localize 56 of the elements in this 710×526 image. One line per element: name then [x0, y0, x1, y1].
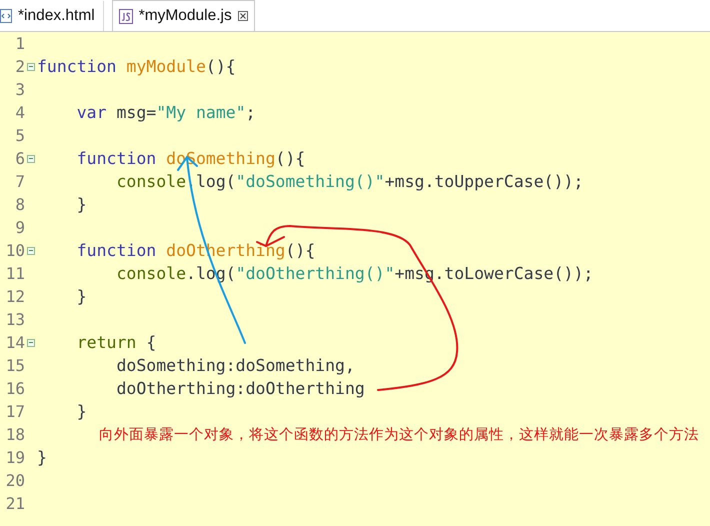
line-number: 16: [4, 379, 25, 398]
code-token: }: [37, 448, 47, 467]
editor-tab[interactable]: *index.html: [0, 1, 104, 31]
line-number: 17: [4, 402, 25, 421]
code-token: "doSomething()": [236, 172, 385, 191]
code-token: (){: [285, 241, 316, 260]
close-icon[interactable]: [238, 11, 248, 21]
fold-icon[interactable]: [27, 154, 35, 162]
line-number: 10: [4, 241, 25, 260]
editor-tab[interactable]: *myModule.js: [112, 0, 255, 31]
code-token: var: [76, 103, 108, 122]
code-token: +msg.toUpperCase());: [384, 172, 584, 191]
code-token: console: [115, 264, 186, 283]
code-token: doSomething:doSomething,: [115, 356, 355, 375]
code-token: "doOtherthing()": [236, 264, 395, 283]
line-number: 1: [14, 34, 25, 53]
fold-icon[interactable]: [27, 246, 35, 254]
code-token: msg=: [116, 103, 156, 122]
fold-icon[interactable]: [27, 62, 35, 70]
code-token: ;: [246, 103, 256, 122]
code-token: (){: [275, 149, 306, 168]
code-token: doOtherthing:doOtherthing: [115, 379, 365, 398]
line-number: 12: [4, 287, 25, 306]
line-number: 20: [4, 471, 25, 490]
line-number: 7: [14, 172, 25, 191]
line-number: 15: [4, 356, 25, 375]
code-token: "My name": [156, 103, 246, 122]
code-token: function: [37, 57, 118, 76]
line-number: 21: [4, 494, 25, 513]
code-token: {: [146, 333, 156, 352]
code-token: (){: [206, 57, 236, 76]
code-token: return: [76, 333, 138, 352]
code-token: console: [115, 172, 186, 191]
code-token: }: [76, 402, 87, 421]
line-number: 18: [4, 425, 25, 444]
line-number: 9: [14, 218, 25, 237]
line-number: 5: [14, 126, 25, 145]
line-number: 4: [14, 103, 25, 122]
line-number: 14: [4, 333, 25, 352]
line-number: 2: [14, 57, 25, 76]
code-token: }: [76, 287, 87, 306]
code-token: .log(: [186, 172, 236, 191]
js-file-icon: [118, 8, 133, 24]
line-number: 11: [4, 264, 25, 283]
fold-icon[interactable]: [27, 338, 35, 346]
line-number: 13: [4, 310, 25, 329]
line-number: 6: [14, 149, 25, 168]
code-token: function: [76, 241, 158, 260]
code-token: myModule: [126, 57, 206, 76]
line-number: 3: [14, 80, 25, 99]
line-number: 19: [4, 448, 25, 467]
code-token: function: [76, 149, 158, 168]
annotation-text: 向外面暴露一个对象，将这个函数的方法作为这个对象的属性，这样就能一次暴露多个方法: [99, 426, 699, 444]
code-token: }: [76, 195, 87, 214]
html-file-icon: [0, 9, 12, 23]
line-number: 8: [14, 195, 25, 214]
